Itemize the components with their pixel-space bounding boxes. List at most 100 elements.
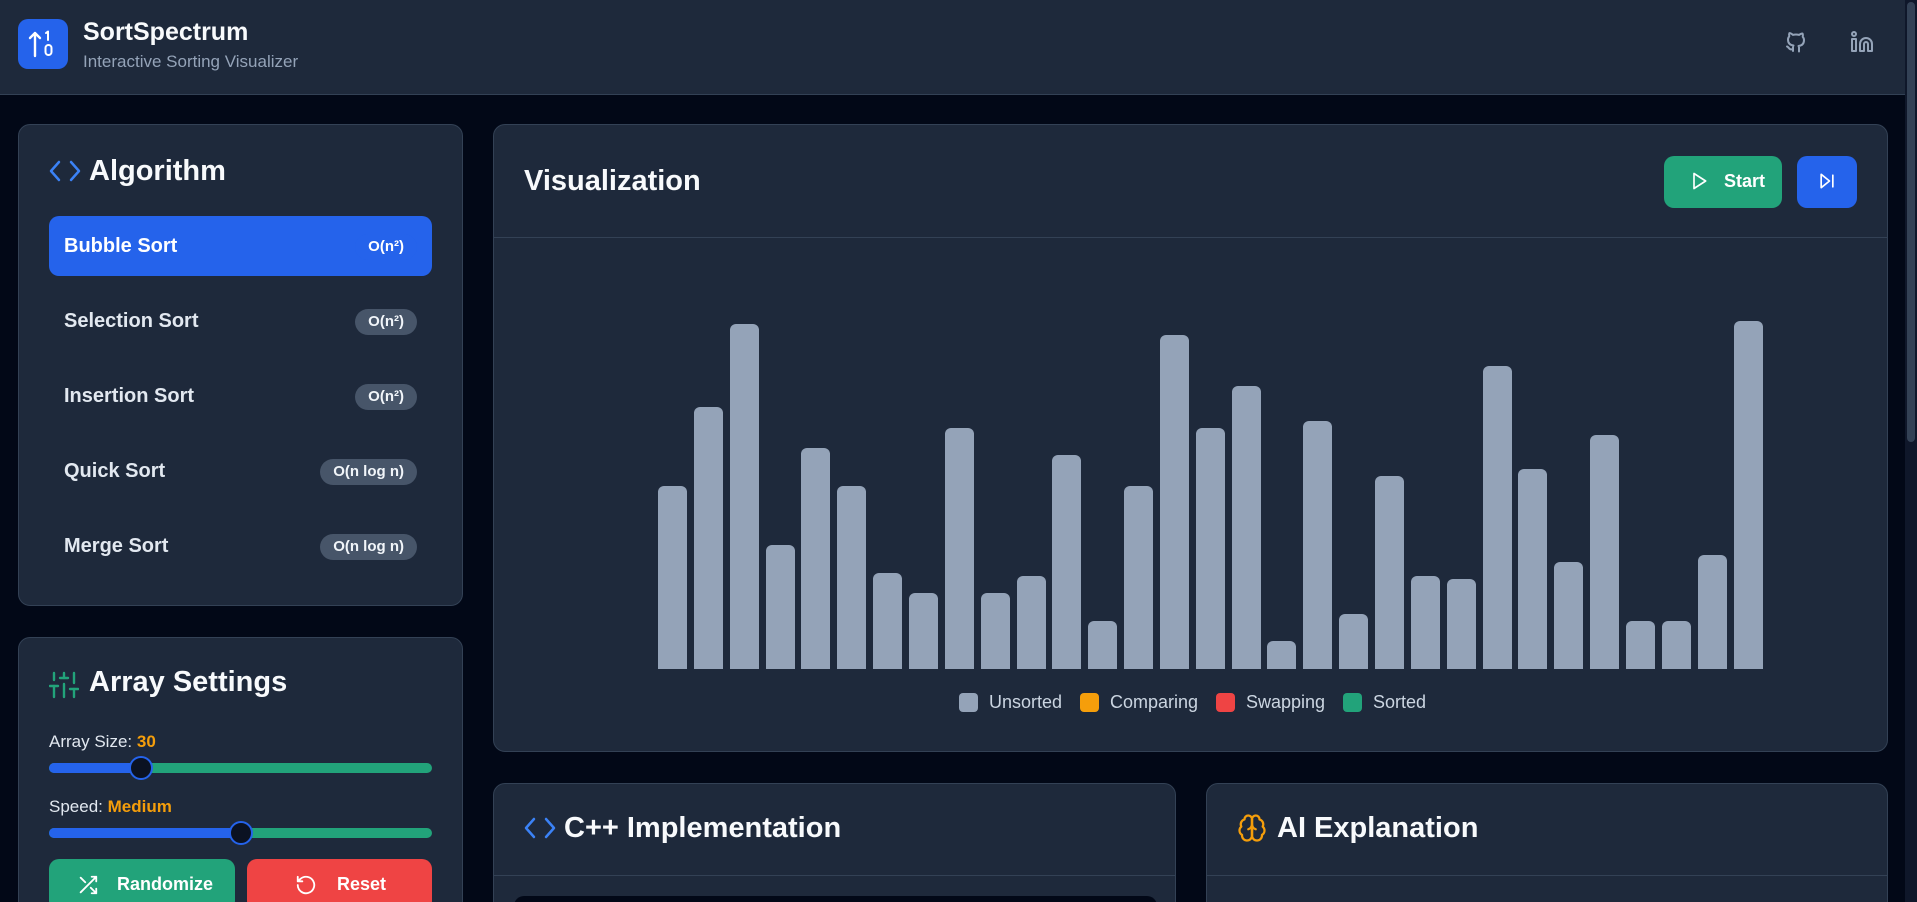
array-bar <box>1303 421 1332 669</box>
reset-label: Reset <box>337 874 387 894</box>
algo-item-selection-sort[interactable]: Selection Sort O(n²) <box>49 291 432 351</box>
randomize-button[interactable]: Randomize <box>49 859 235 902</box>
github-icon[interactable] <box>1784 30 1812 58</box>
start-label: Start <box>1724 171 1766 191</box>
legend-label-comparing: Comparing <box>1110 692 1199 712</box>
array-size-slider-thumb[interactable] <box>128 756 153 780</box>
sliders-icon <box>49 671 79 699</box>
array-bar <box>1734 321 1763 669</box>
shuffle-icon <box>79 875 98 895</box>
code-block <box>514 896 1157 902</box>
array-bar <box>1698 555 1727 669</box>
array-bar <box>730 324 759 669</box>
app-header: SortSpectrum Interactive Sorting Visuali… <box>0 0 1917 95</box>
complexity-badge: O(n log n) <box>320 534 417 560</box>
array-bar <box>1124 486 1153 669</box>
array-bar <box>1088 621 1117 669</box>
array-bar <box>945 428 974 669</box>
ai-explanation-title: AI Explanation <box>1277 812 1479 844</box>
speed-slider-fill <box>49 828 241 838</box>
array-settings-card: Array Settings Array Size: 30 Speed: Med… <box>18 637 463 902</box>
speed-label: Speed: Medium <box>49 797 172 817</box>
legend-swatch-sorted <box>1343 693 1362 712</box>
array-bar <box>694 407 723 669</box>
reset-button[interactable]: Reset <box>247 859 432 902</box>
brain-icon <box>1238 814 1266 842</box>
array-settings-title: Array Settings <box>89 666 288 698</box>
array-size-slider[interactable] <box>49 756 432 780</box>
array-bar <box>1196 428 1225 669</box>
legend-swatch-comparing <box>1080 693 1099 712</box>
array-size-label: Array Size: 30 <box>49 732 156 752</box>
visualization-title: Visualization <box>524 165 701 197</box>
skip-forward-icon <box>1820 173 1834 189</box>
array-bar <box>766 545 795 669</box>
legend-swatch-unsorted <box>959 693 978 712</box>
play-icon <box>1693 172 1707 190</box>
app-title: SortSpectrum <box>83 18 249 46</box>
array-bar <box>1267 641 1296 669</box>
legend-label-sorted: Sorted <box>1373 692 1427 712</box>
speed-slider[interactable] <box>49 821 432 845</box>
array-bar <box>1017 576 1046 669</box>
app-subtitle: Interactive Sorting Visualizer <box>83 52 299 71</box>
array-bar <box>1554 562 1583 669</box>
array-bar <box>1662 621 1691 669</box>
speed-slider-thumb[interactable] <box>228 821 253 845</box>
algo-name: Quick Sort <box>64 460 166 482</box>
array-bar <box>1518 469 1547 669</box>
array-size-slider-fill <box>49 763 141 773</box>
array-bar <box>981 593 1010 669</box>
array-bar <box>1339 614 1368 669</box>
array-bar <box>1411 576 1440 669</box>
array-bar <box>658 486 687 669</box>
algo-name: Merge Sort <box>64 535 169 557</box>
algo-item-merge-sort[interactable]: Merge Sort O(n log n) <box>49 516 432 576</box>
algorithm-title: Algorithm <box>89 155 226 187</box>
algo-item-insertion-sort[interactable]: Insertion Sort O(n²) <box>49 366 432 426</box>
ai-divider <box>1207 875 1887 876</box>
linkedin-icon[interactable] <box>1850 30 1878 58</box>
legend-label-swapping: Swapping <box>1246 692 1326 712</box>
algo-item-quick-sort[interactable]: Quick Sort O(n log n) <box>49 441 432 501</box>
array-bar <box>1590 435 1619 669</box>
array-bar <box>837 486 866 669</box>
speed-label-text: Speed: <box>49 797 103 816</box>
code-icon <box>524 817 556 839</box>
array-bar <box>1232 386 1261 669</box>
randomize-label: Randomize <box>117 874 214 894</box>
algo-name: Bubble Sort <box>64 235 178 257</box>
visualization-divider <box>494 237 1887 238</box>
legend-swatch-swapping <box>1216 693 1235 712</box>
algorithm-card: Algorithm Bubble Sort O(n²) Selection So… <box>18 124 463 606</box>
array-bar <box>1483 366 1512 669</box>
array-bar <box>1160 335 1189 669</box>
algo-name: Selection Sort <box>64 310 199 332</box>
array-bar <box>801 448 830 669</box>
array-bar <box>1447 579 1476 669</box>
page-scrollbar[interactable] <box>1905 0 1917 902</box>
sort-arrow-icon <box>28 30 53 58</box>
legend-label-unsorted: Unsorted <box>989 692 1063 712</box>
cpp-implementation-title: C++ Implementation <box>564 812 842 844</box>
array-bar <box>1626 621 1655 669</box>
array-size-value: 30 <box>136 732 156 751</box>
array-size-label-text: Array Size: <box>49 732 133 751</box>
complexity-badge: O(n²) <box>355 309 417 335</box>
ai-explanation-card: AI Explanation <box>1206 783 1888 902</box>
step-button[interactable] <box>1797 156 1857 208</box>
complexity-badge: O(n²) <box>355 234 417 260</box>
array-bar <box>873 573 902 669</box>
array-bar <box>1375 476 1404 669</box>
reset-icon <box>296 875 316 895</box>
complexity-badge: O(n²) <box>355 384 417 410</box>
code-divider <box>494 875 1175 876</box>
array-bar <box>1052 455 1081 669</box>
algo-item-bubble-sort[interactable]: Bubble Sort O(n²) <box>49 216 432 276</box>
speed-value: Medium <box>107 797 172 816</box>
complexity-badge: O(n log n) <box>320 459 417 485</box>
start-button[interactable]: Start <box>1664 156 1782 208</box>
cpp-implementation-card: C++ Implementation <box>493 783 1176 902</box>
scrollbar-thumb[interactable] <box>1907 2 1915 442</box>
array-bar <box>909 593 938 669</box>
